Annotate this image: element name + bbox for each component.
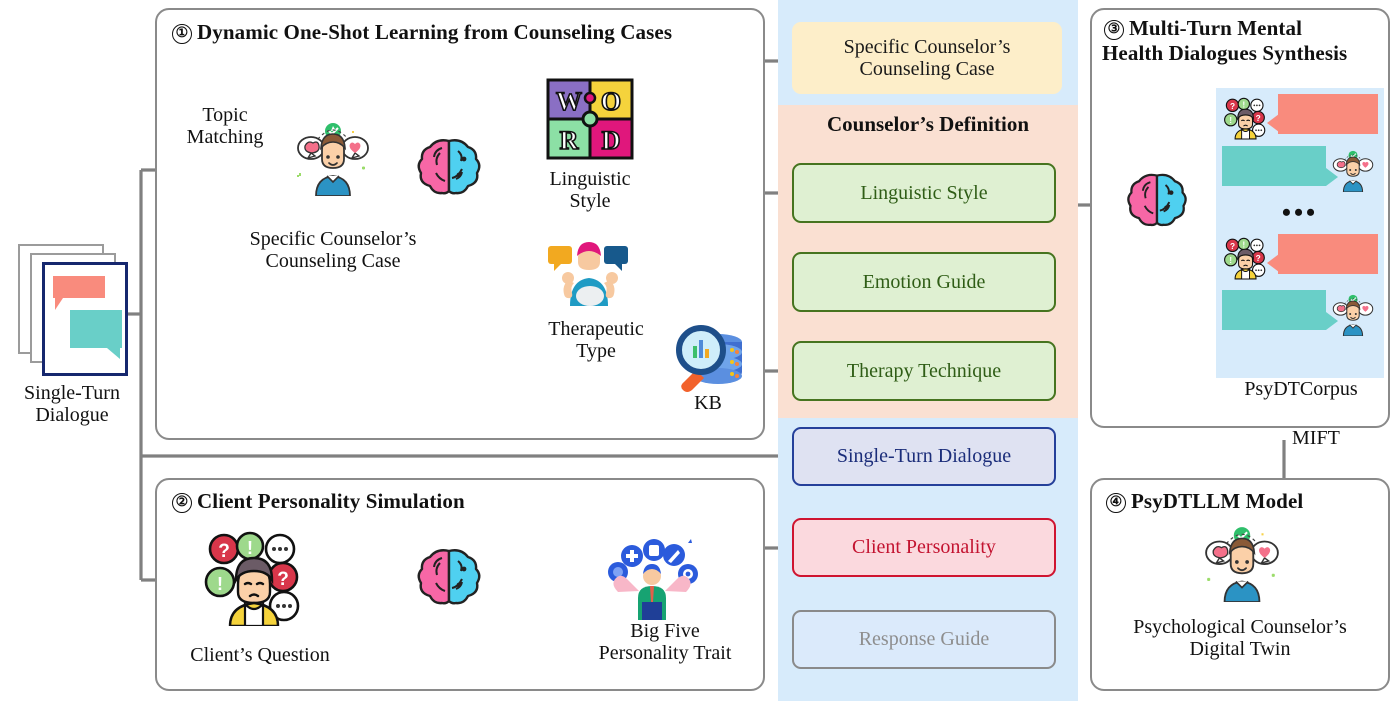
clients-question-label: Client’s Question (190, 644, 330, 666)
corpus-counselor-bubble-2 (1222, 290, 1326, 330)
corpus-counselor-avatar-2 (1330, 292, 1376, 337)
card-linguistic-style[interactable]: Linguistic Style (792, 163, 1056, 223)
input-label-line2: Dialogue (35, 404, 109, 427)
corpus-counselor-bubble-1 (1222, 146, 1326, 186)
card-response-guide[interactable]: Response Guide (792, 610, 1056, 669)
card-specific-counselors-counseling-case[interactable]: Specific Counselor’s Counseling Case (792, 22, 1062, 94)
client-bubble-icon (53, 276, 105, 298)
svg-text:W: W (556, 87, 582, 116)
svg-text:?: ? (1256, 113, 1261, 123)
card-label: Single-Turn Dialogue (836, 445, 1012, 468)
kb-database-icon (668, 320, 748, 394)
linguistic-style-line1: Linguistic (549, 168, 631, 190)
card-therapy-technique[interactable]: Therapy Technique (792, 341, 1056, 401)
counselor-bubble-icon (70, 310, 122, 348)
svg-text:?: ? (1230, 101, 1235, 111)
card-line2: Counseling Case (859, 58, 995, 80)
linguistic-style-line2: Style (569, 190, 611, 213)
section-2-number: ② (172, 493, 192, 513)
topic-matching-line1: Topic (202, 104, 248, 126)
section-2-title: ② Client Personality Simulation (172, 489, 465, 514)
corpus-client-bubble-1 (1278, 94, 1378, 134)
big-five-personality-icon (604, 528, 700, 620)
diagram-canvas: Single-Turn Dialogue ① Dynamic One-Shot L… (0, 0, 1400, 701)
specific-counselor-icon (294, 118, 372, 197)
section-1-title-text: Dynamic One-Shot Learning from Counselin… (197, 20, 673, 44)
specific-counselor-line1: Specific Counselor’s (249, 228, 417, 250)
section-4-number: ④ (1106, 493, 1126, 513)
svg-text:?: ? (218, 541, 230, 562)
client-bubble-tail (55, 298, 63, 310)
counselors-definition-header: Counselor’s Definition (826, 112, 1030, 136)
single-turn-dialogue-input-label: Single-Turn Dialogue (4, 382, 140, 427)
corpus-client-avatar-1: ? ! ! ? (1222, 96, 1270, 140)
brain-icon-section2 (412, 543, 486, 617)
svg-text:D: D (602, 126, 621, 155)
doc-sheet-front (42, 262, 128, 376)
corpus-client-avatar-2: ? ! ! ? (1222, 236, 1270, 280)
big-five-line2: Personality Trait (598, 642, 732, 665)
svg-text:R: R (560, 126, 579, 155)
counselor-bubble-tail (107, 348, 120, 359)
svg-text:!: ! (1243, 101, 1246, 110)
brain-icon-section3 (1122, 168, 1192, 238)
card-single-turn-dialogue[interactable]: Single-Turn Dialogue (792, 427, 1056, 486)
topic-matching-line2: Matching (186, 126, 264, 149)
section-3-title-line1: Multi-Turn Mental (1129, 16, 1303, 40)
therapeutic-type-line2: Type (576, 340, 616, 363)
client-question-icon: ? ! ! ? (200, 530, 310, 628)
therapeutic-type-line1: Therapeutic (548, 318, 644, 340)
mift-label: MIFT (1292, 427, 1340, 449)
digital-twin-counselor-icon (1202, 522, 1282, 603)
card-line1: Specific Counselor’s (843, 35, 1011, 58)
section-1-title: ① Dynamic One-Shot Learning from Counseli… (172, 20, 672, 45)
section-3-title: ③ Multi-Turn Mental Health Dialogues Synt… (1102, 16, 1390, 66)
specific-counselor-label: Specific Counselor’s Counseling Case (228, 228, 438, 273)
svg-text:!: ! (247, 538, 253, 558)
therapeutic-type-node-label: Therapeutic Type (512, 318, 680, 363)
linguistic-style-node-label: Linguistic Style (520, 168, 660, 213)
svg-text:?: ? (277, 569, 289, 590)
section-3-number: ③ (1104, 20, 1124, 40)
svg-text:!: ! (217, 574, 223, 594)
section-4-title: ④ PsyDTLLM Model (1106, 489, 1303, 514)
topic-matching-label: Topic Matching (160, 104, 290, 149)
digital-twin-caption: Psychological Counselor’s Digital Twin (1092, 616, 1388, 661)
corpus-client-bubble-2-tail (1267, 254, 1279, 272)
specific-counselor-line2: Counseling Case (265, 250, 401, 273)
card-client-personality[interactable]: Client Personality (792, 518, 1056, 577)
card-label: Emotion Guide (862, 270, 986, 293)
svg-text:O: O (601, 87, 621, 116)
big-five-label: Big Five Personality Trait (570, 620, 760, 665)
svg-text:!: ! (1229, 116, 1232, 125)
section-1-number: ① (172, 24, 192, 44)
digital-twin-caption-line1: Psychological Counselor’s (1133, 616, 1347, 638)
card-label: Client Personality (852, 536, 996, 559)
therapeutic-type-icon (546, 240, 630, 306)
single-turn-dialogue-doc-stack (18, 244, 128, 384)
corpus-client-bubble-2 (1278, 234, 1378, 274)
card-emotion-guide[interactable]: Emotion Guide (792, 252, 1056, 312)
svg-text:?: ? (1256, 253, 1261, 263)
svg-text:?: ? (1230, 241, 1235, 251)
svg-text:!: ! (1229, 256, 1232, 265)
corpus-counselor-avatar-1 (1330, 148, 1376, 193)
card-label: Linguistic Style (860, 181, 988, 204)
word-puzzle-icon: W O R D (546, 78, 634, 160)
card-label: Response Guide (858, 628, 990, 651)
card-label: Therapy Technique (846, 359, 1002, 382)
input-label-line1: Single-Turn (24, 382, 120, 404)
brain-icon-section1 (412, 133, 486, 207)
digital-twin-caption-line2: Digital Twin (1189, 638, 1291, 661)
section-2-title-text: Client Personality Simulation (197, 489, 465, 513)
psydtcorpus-panel: ? ! ! ? ••• ? ! ! ? (1216, 88, 1384, 378)
psydtcorpus-label: PsyDTCorpus (1244, 378, 1358, 400)
corpus-ellipsis: ••• (1281, 198, 1319, 227)
svg-text:!: ! (1243, 241, 1246, 250)
section-4-title-text: PsyDTLLM Model (1131, 489, 1304, 513)
section-3-title-line2: Health Dialogues Synthesis (1102, 40, 1348, 65)
corpus-client-bubble-1-tail (1267, 114, 1279, 132)
big-five-line1: Big Five (630, 620, 700, 642)
kb-label: KB (694, 392, 722, 414)
